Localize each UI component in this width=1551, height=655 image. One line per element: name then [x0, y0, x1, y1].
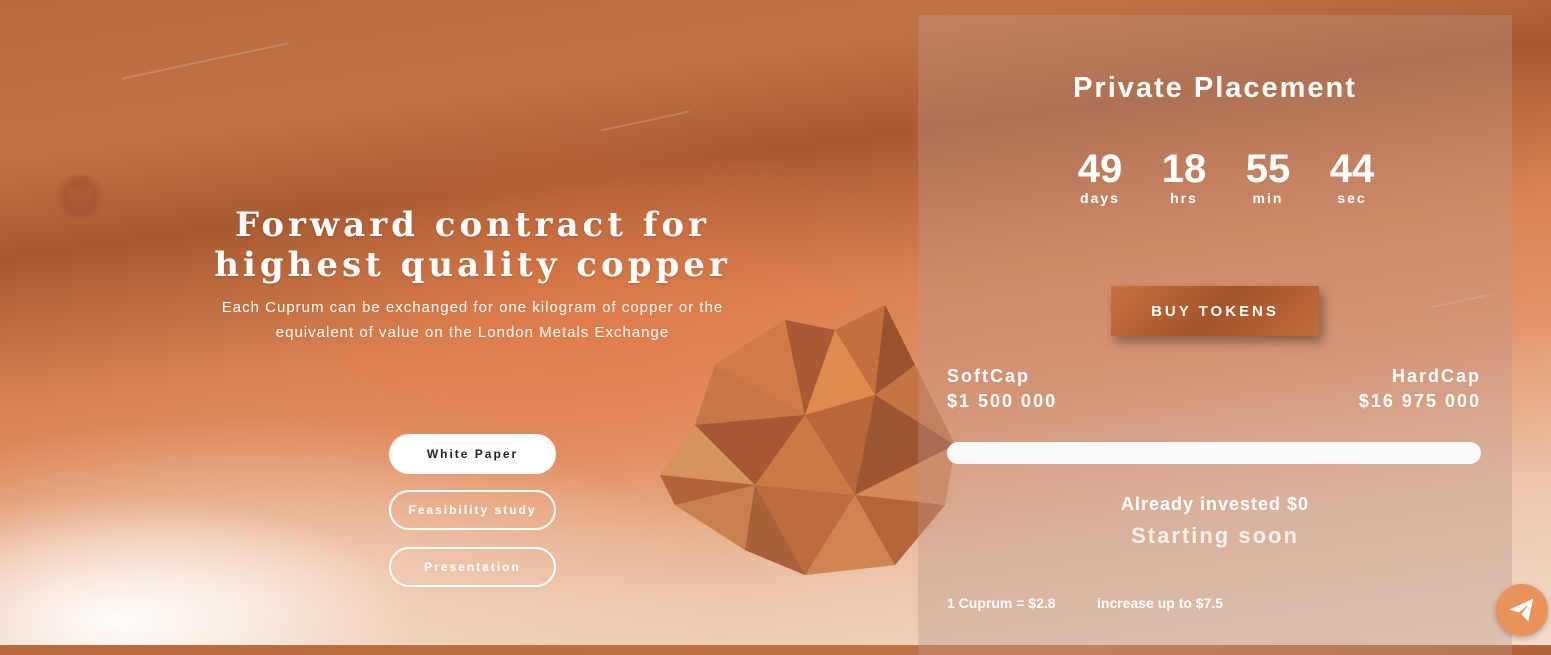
countdown-hours: 18 hrs	[1142, 148, 1226, 206]
countdown-minutes-value: 55	[1245, 147, 1291, 191]
countdown-hours-label: hrs	[1170, 190, 1198, 206]
countdown-seconds-label: sec	[1337, 190, 1367, 206]
countdown-seconds: 44 sec	[1310, 148, 1394, 206]
white-paper-button[interactable]: White Paper	[389, 434, 556, 474]
already-invested-label: Already invested	[1120, 494, 1281, 514]
paper-plane-icon	[1509, 598, 1534, 622]
countdown-timer: 49 days 18 hrs 55 min 44 sec	[1058, 148, 1394, 206]
already-invested: Already invested $0	[918, 494, 1512, 515]
countdown-hours-value: 18	[1161, 147, 1207, 191]
sale-status: Starting soon	[1131, 523, 1299, 548]
price-increase-note: increase up to $7.5	[1097, 595, 1224, 611]
hero-title-line2: highest quality copper	[214, 245, 731, 285]
private-placement-panel: Private Placement 49 days 18 hrs 55 min …	[918, 15, 1512, 655]
softcap-value: $1 500 000	[947, 391, 1058, 411]
telegram-button[interactable]	[1496, 584, 1548, 636]
background-streak	[600, 110, 690, 132]
hardcap-value: $16 975 000	[1358, 391, 1481, 411]
countdown-days-value: 49	[1077, 147, 1123, 191]
hero-title: Forward contract for highest quality cop…	[180, 205, 765, 285]
funding-progress-bar	[947, 442, 1481, 464]
countdown-minutes-label: min	[1252, 190, 1284, 206]
feasibility-study-button[interactable]: Feasibility study	[389, 490, 556, 530]
countdown-minutes: 55 min	[1226, 148, 1310, 206]
hero-title-line1: Forward contract for	[235, 205, 710, 245]
countdown-days-label: days	[1080, 190, 1120, 206]
already-invested-value: $0	[1287, 494, 1310, 514]
hardcap-label: HardCap	[1391, 366, 1481, 386]
token-price: 1 Cuprum = $2.8	[947, 595, 1056, 611]
panel-title: Private Placement	[1073, 72, 1357, 104]
hero-subtitle-line1: Each Cuprum can be exchanged for one kil…	[221, 299, 724, 316]
countdown-seconds-value: 44	[1329, 147, 1375, 191]
presentation-button[interactable]: Presentation	[389, 547, 556, 587]
buy-tokens-button[interactable]: BUY TOKENS	[1111, 286, 1319, 336]
hero-subtitle-line2: equivalent of value on the London Metals…	[275, 324, 670, 341]
copper-blob-decoration	[52, 175, 108, 219]
softcap-label: SoftCap	[947, 366, 1030, 386]
background-streak	[121, 42, 289, 80]
countdown-days: 49 days	[1058, 148, 1142, 206]
